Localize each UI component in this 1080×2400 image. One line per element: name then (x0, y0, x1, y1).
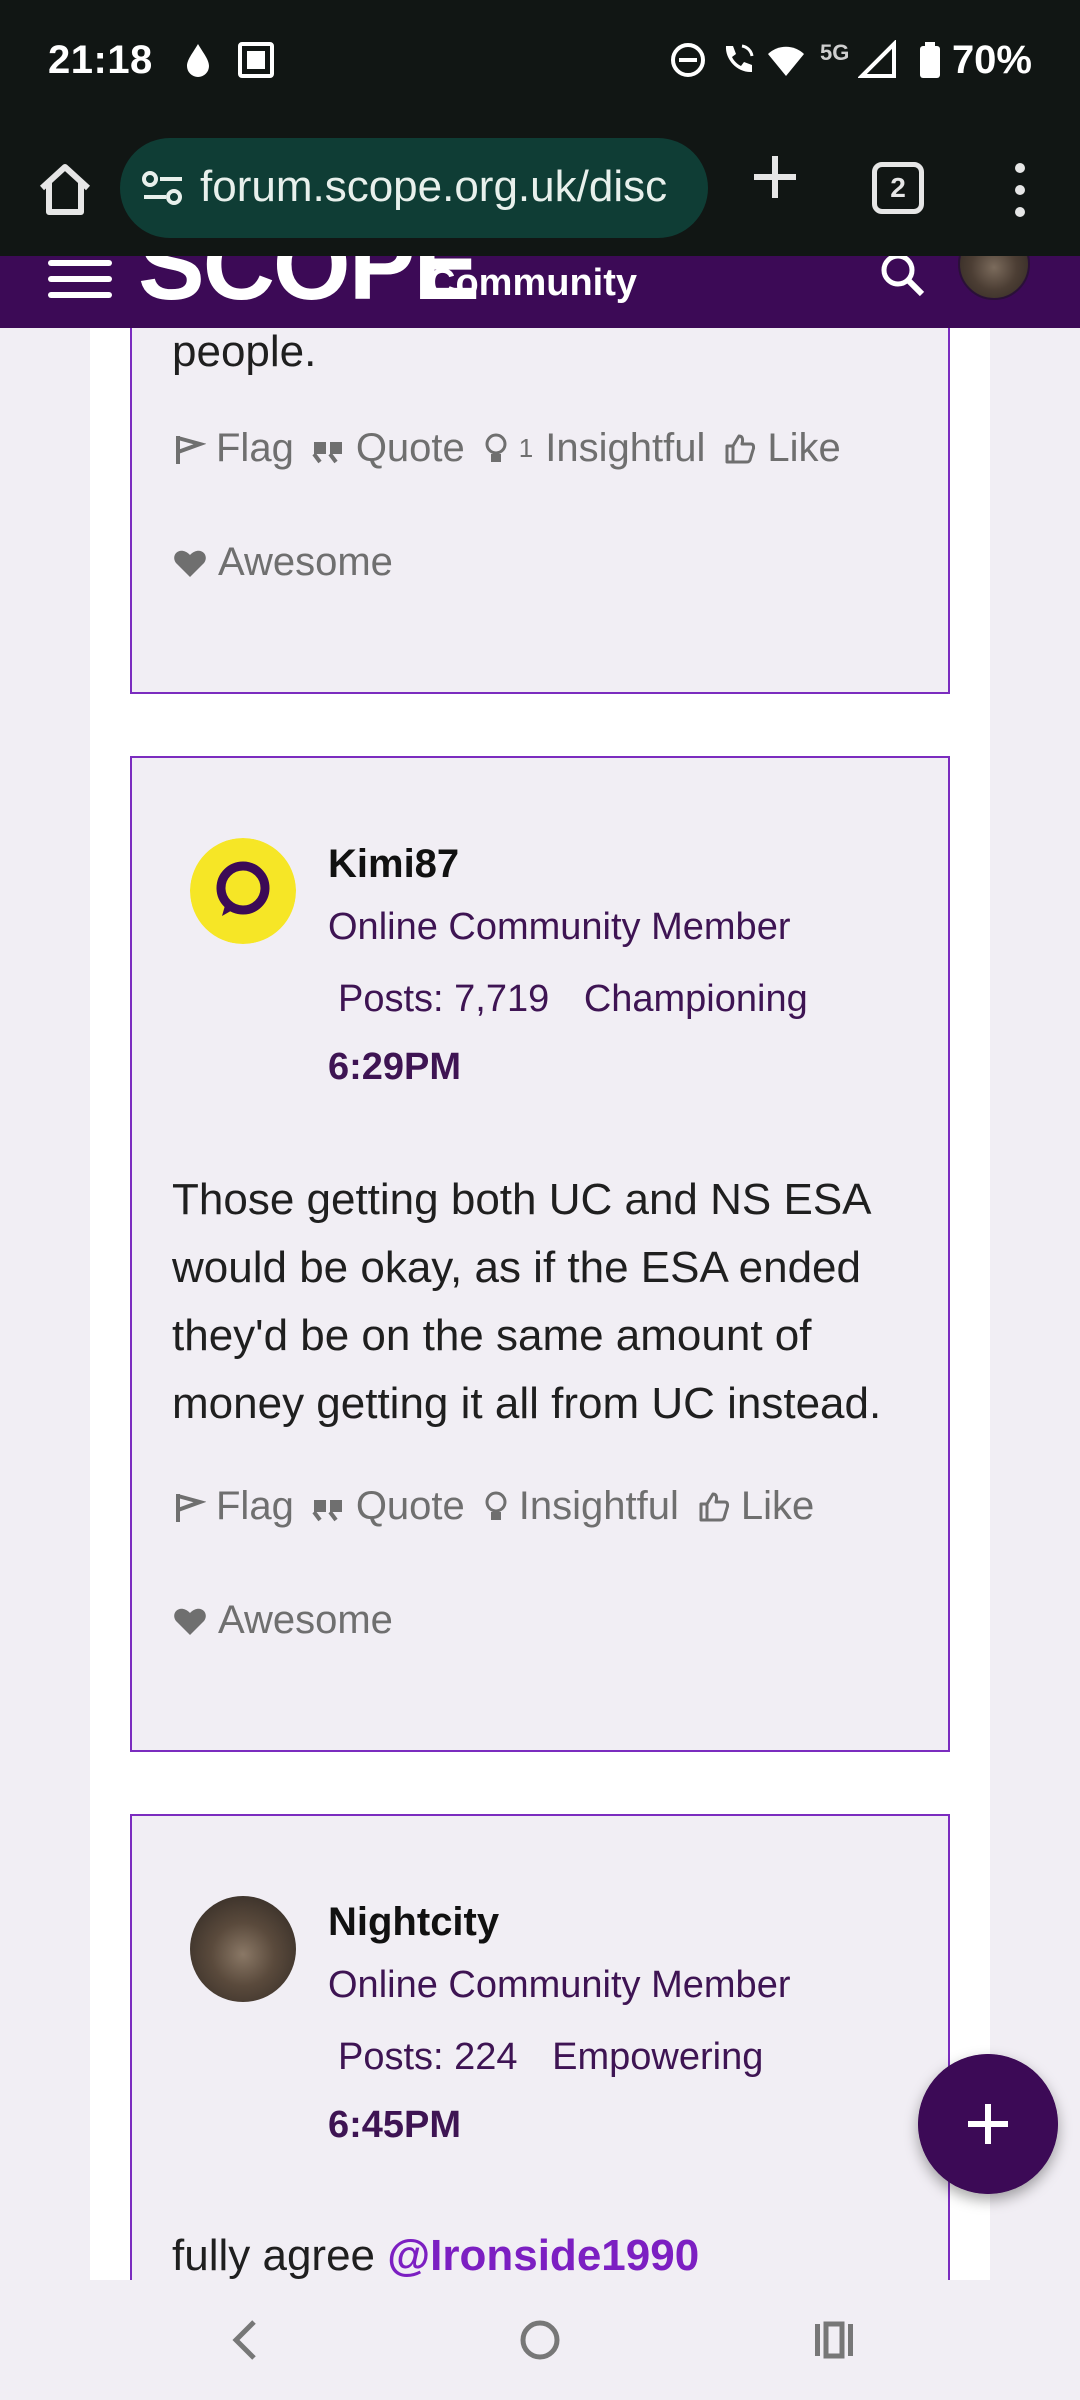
like-button[interactable]: Like (697, 1484, 814, 1529)
address-bar[interactable]: forum.scope.org.uk/disc (120, 138, 708, 238)
site-subtitle: Community (428, 262, 637, 304)
author-post-count: Posts: 224 (338, 2036, 518, 2078)
battery-icon (920, 42, 940, 78)
recent-apps-icon[interactable] (804, 2310, 864, 2370)
author-name[interactable]: Nightcity (328, 1900, 499, 1945)
back-icon[interactable] (216, 2310, 276, 2370)
cell-signal-icon (858, 40, 896, 78)
status-time: 21:18 (48, 38, 153, 82)
awesome-button[interactable]: Awesome (172, 540, 393, 585)
new-tab-icon[interactable] (744, 146, 806, 208)
discussion-content: people. Flag Quote 1 Insightful Like Awe… (90, 328, 990, 2280)
insightful-label: Insightful (545, 426, 706, 470)
quote-button[interactable]: Quote (312, 426, 465, 471)
author-rank[interactable]: Empowering (552, 2036, 763, 2078)
comment-card: people. Flag Quote 1 Insightful Like Awe… (130, 328, 950, 694)
wifi-calling-icon (725, 44, 754, 73)
hamburger-menu-icon[interactable] (48, 260, 112, 300)
like-label: Like (767, 426, 841, 470)
awesome-label: Awesome (218, 1598, 393, 1642)
like-label: Like (740, 1484, 815, 1528)
flag-icon (176, 435, 206, 464)
thumbs-up-icon (725, 434, 756, 463)
flag-label: Flag (216, 426, 294, 470)
comment-body: Those getting both UC and NS ESA would b… (172, 1175, 882, 1428)
awesome-label: Awesome (218, 540, 393, 584)
system-navigation-bar (0, 2280, 1080, 2400)
comment-timestamp[interactable]: 6:45PM (328, 2104, 461, 2147)
search-icon[interactable] (876, 256, 932, 308)
flag-button[interactable]: Flag (172, 1484, 294, 1529)
comment-body-text: fully agree (172, 2231, 388, 2280)
like-button[interactable]: Like (723, 426, 841, 471)
insightful-button[interactable]: Insightful (483, 1484, 679, 1529)
battery-percent: 70% (951, 38, 1032, 82)
comment-actions: Flag Quote 1 Insightful Like (172, 426, 859, 471)
home-icon[interactable] (30, 154, 100, 224)
do-not-disturb-icon (671, 43, 705, 77)
author-stats: Posts: 7,719 Championing (328, 978, 808, 1021)
network-type: 5G (820, 40, 850, 65)
tab-switcher-button[interactable]: 2 (872, 162, 924, 214)
author-avatar[interactable] (190, 838, 296, 944)
thumbs-up-icon (699, 1492, 729, 1521)
user-avatar[interactable] (958, 256, 1030, 300)
heart-icon (174, 550, 206, 577)
comment-card: Nightcity Online Community Member Posts:… (130, 1814, 950, 2280)
new-post-button[interactable] (918, 2054, 1058, 2194)
site-settings-icon[interactable] (140, 168, 186, 208)
insightful-count: 1 (518, 433, 534, 463)
awesome-button[interactable]: Awesome (172, 1598, 393, 1643)
user-mention-link[interactable]: @Ironside1990 (387, 2231, 699, 2280)
comment-body: people. (172, 328, 317, 376)
comment-actions: Flag Quote Insightful Like (172, 1484, 832, 1529)
author-avatar[interactable] (190, 1896, 296, 2002)
browser-toolbar: forum.scope.org.uk/disc 2 (0, 124, 1080, 256)
quote-button[interactable]: Quote (312, 1484, 465, 1529)
author-role: Online Community Member (328, 906, 791, 948)
comment-card: Kimi87 Online Community Member Posts: 7,… (130, 756, 950, 1752)
wifi-icon (768, 46, 804, 76)
heart-icon (174, 1608, 206, 1635)
quote-icon (312, 1499, 342, 1521)
author-stats: Posts: 224 Empowering (328, 2036, 763, 2079)
quote-icon (312, 441, 342, 463)
comment-actions-secondary: Awesome (172, 1598, 411, 1643)
lightbulb-icon (485, 433, 507, 462)
home-nav-icon[interactable] (510, 2310, 570, 2370)
quote-label: Quote (355, 426, 465, 470)
site-header: SCOPE Community (0, 256, 1080, 328)
author-role: Online Community Member (328, 1964, 791, 2006)
insightful-button[interactable]: 1 Insightful (483, 426, 706, 471)
author-name[interactable]: Kimi87 (328, 842, 459, 887)
comment-body: fully agree @Ironside1990 (172, 2222, 922, 2280)
author-rank[interactable]: Championing (584, 978, 808, 1020)
flag-icon (176, 1493, 206, 1522)
author-post-count: Posts: 7,719 (338, 978, 550, 1020)
comment-timestamp[interactable]: 6:29PM (328, 1046, 461, 1089)
flag-button[interactable]: Flag (172, 426, 294, 471)
water-drop-icon (187, 44, 209, 77)
status-bar: 21:18 5G 70% (0, 0, 1080, 124)
lightbulb-icon (485, 1491, 507, 1520)
comment-actions-secondary: Awesome (172, 540, 411, 585)
flag-label: Flag (216, 1484, 294, 1528)
quote-label: Quote (355, 1484, 465, 1528)
more-menu-icon[interactable] (1000, 150, 1040, 230)
insightful-label: Insightful (518, 1484, 679, 1528)
gallery-notification-icon (238, 42, 274, 78)
url-text[interactable]: forum.scope.org.uk/disc (200, 162, 700, 212)
